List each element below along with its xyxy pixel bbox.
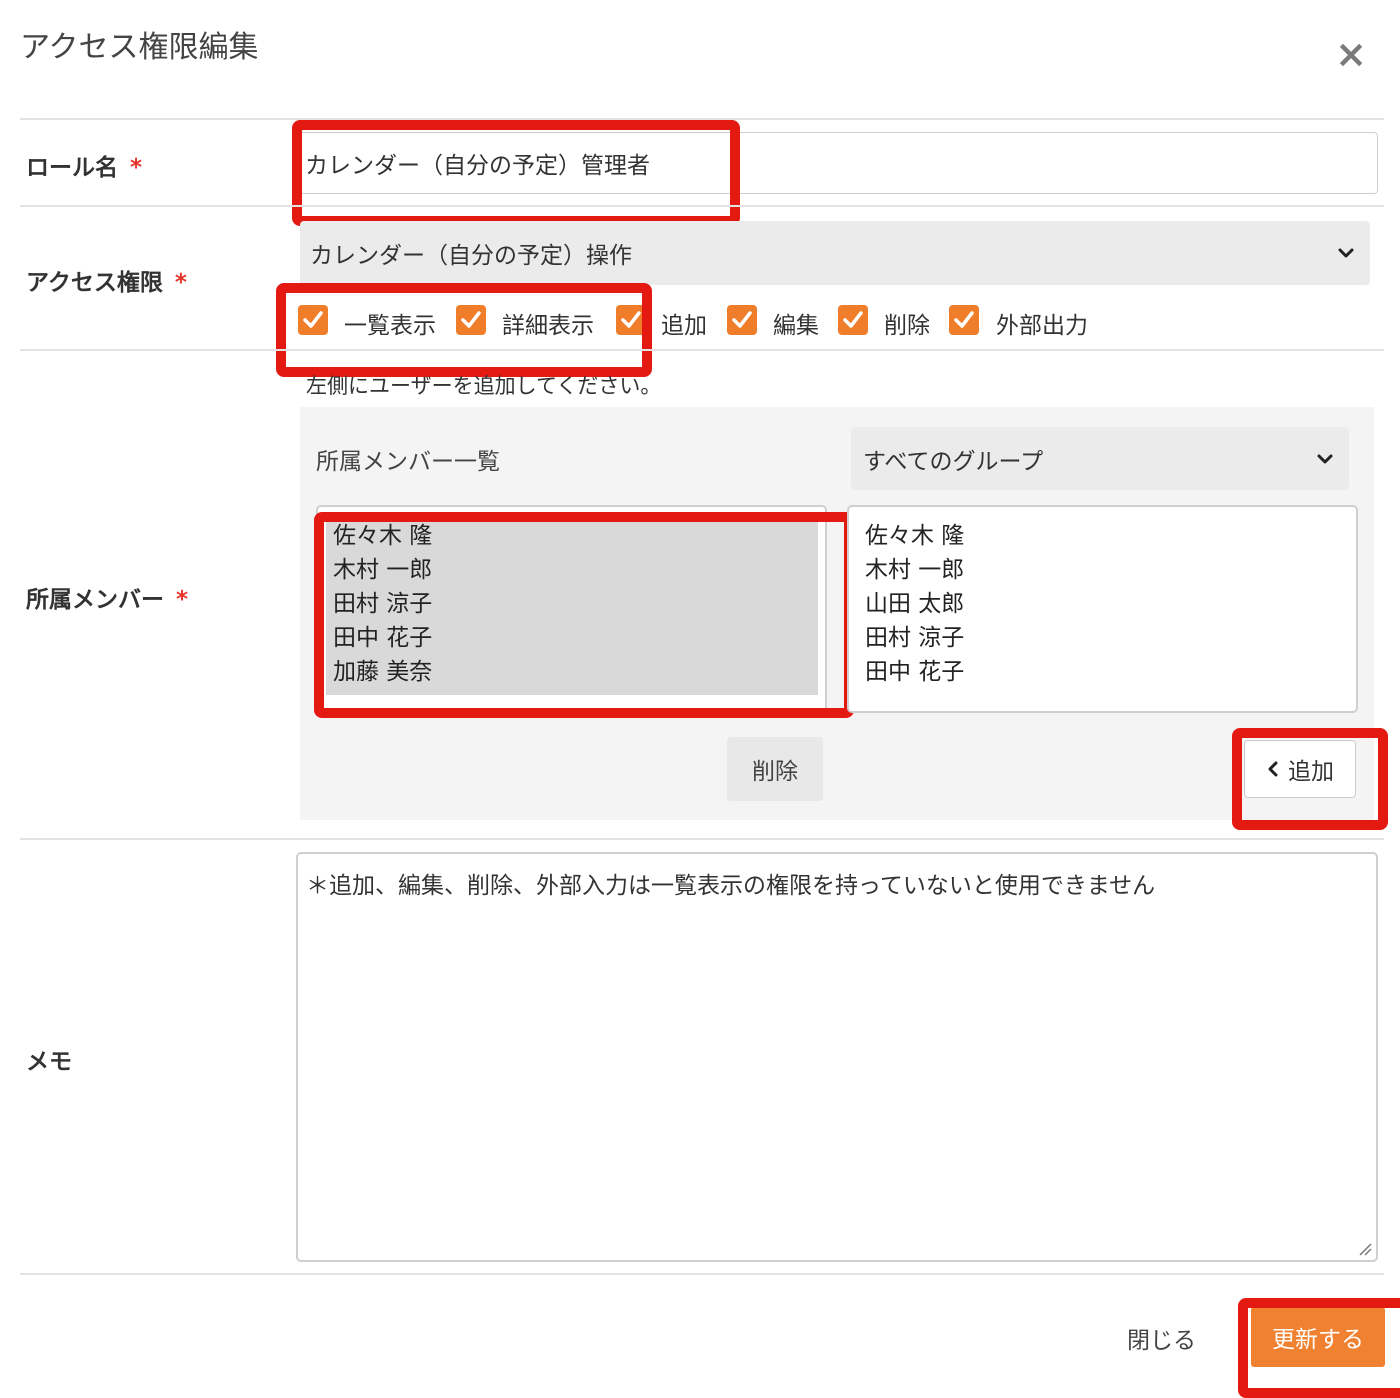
required-mark: * <box>130 155 143 181</box>
close-button[interactable]: 閉じる <box>1127 1321 1196 1355</box>
permission-label: 追加 <box>661 313 707 339</box>
check-icon <box>461 311 481 328</box>
role-name-input[interactable]: カレンダー（自分の予定）管理者 <box>300 132 1378 194</box>
divider <box>20 205 1384 207</box>
required-mark: * <box>176 587 189 613</box>
member-list-title: 所属メンバー一覧 <box>316 449 500 475</box>
permission-checkbox[interactable] <box>727 305 757 335</box>
permission-checkbox[interactable] <box>616 305 646 335</box>
required-mark: * <box>174 270 187 296</box>
remove-member-button[interactable]: 削除 <box>727 737 823 801</box>
resize-handle-icon[interactable] <box>1358 1242 1372 1256</box>
check-icon <box>303 311 323 328</box>
chevron-down-icon <box>1338 248 1354 258</box>
check-icon <box>621 311 641 328</box>
permission-label: 編集 <box>773 313 819 339</box>
add-member-button[interactable]: 追加 <box>1244 740 1356 798</box>
members-label: 所属メンバー * <box>26 587 189 613</box>
list-item[interactable]: 佐々木 隆 <box>865 519 964 553</box>
group-select[interactable]: すべてのグループ <box>851 427 1349 490</box>
divider <box>20 1273 1384 1275</box>
list-item[interactable]: 木村 一郎 <box>865 553 964 587</box>
available-members-list[interactable]: 佐々木 隆 木村 一郎 山田 太郎 田村 涼子 田中 花子 <box>847 505 1358 713</box>
divider <box>20 118 1384 120</box>
role-name-label: ロール名 * <box>26 155 143 181</box>
memo-textarea[interactable]: ＊追加、編集、削除、外部入力は一覧表示の権限を持っていないと使用できません <box>296 852 1378 1262</box>
chevron-left-icon <box>1268 761 1278 777</box>
permission-checkbox[interactable] <box>838 305 868 335</box>
divider <box>20 838 1384 840</box>
list-item[interactable]: 田村 涼子 <box>333 587 432 621</box>
permission-label: 外部出力 <box>996 313 1088 339</box>
check-icon <box>732 311 752 328</box>
list-item[interactable]: 山田 太郎 <box>865 587 964 621</box>
chevron-down-icon <box>1317 454 1333 463</box>
list-item[interactable]: 加藤 美奈 <box>333 655 432 689</box>
list-item[interactable]: 田村 涼子 <box>865 621 964 655</box>
members-hint: 左側にユーザーを追加してください。 <box>306 374 662 398</box>
permission-checkbox[interactable] <box>298 305 328 335</box>
available-items: 佐々木 隆 木村 一郎 山田 太郎 田村 涼子 田中 花子 <box>865 519 964 689</box>
check-icon <box>843 311 863 328</box>
dialog-title: アクセス権限編集 <box>20 30 259 65</box>
check-icon <box>954 311 974 328</box>
divider <box>20 349 1384 351</box>
list-item[interactable]: 田中 花子 <box>865 655 964 689</box>
permission-label: 削除 <box>884 313 930 339</box>
list-item[interactable]: 佐々木 隆 <box>333 519 432 553</box>
update-button[interactable]: 更新する <box>1251 1307 1385 1367</box>
access-select[interactable]: カレンダー（自分の予定）操作 <box>300 221 1370 285</box>
permission-checkbox[interactable] <box>456 305 486 335</box>
close-icon[interactable]: × <box>1332 35 1370 74</box>
permission-label: 一覧表示 <box>344 313 436 339</box>
assigned-items: 佐々木 隆 木村 一郎 田村 涼子 田中 花子 加藤 美奈 <box>333 519 432 689</box>
assigned-members-list[interactable]: 佐々木 隆 木村 一郎 田村 涼子 田中 花子 加藤 美奈 <box>316 505 827 713</box>
list-item[interactable]: 田中 花子 <box>333 621 432 655</box>
permission-checkbox[interactable] <box>949 305 979 335</box>
permission-label: 詳細表示 <box>502 313 594 339</box>
access-label: アクセス権限 * <box>26 270 187 296</box>
list-item[interactable]: 木村 一郎 <box>333 553 432 587</box>
memo-label: メモ <box>26 1049 72 1075</box>
